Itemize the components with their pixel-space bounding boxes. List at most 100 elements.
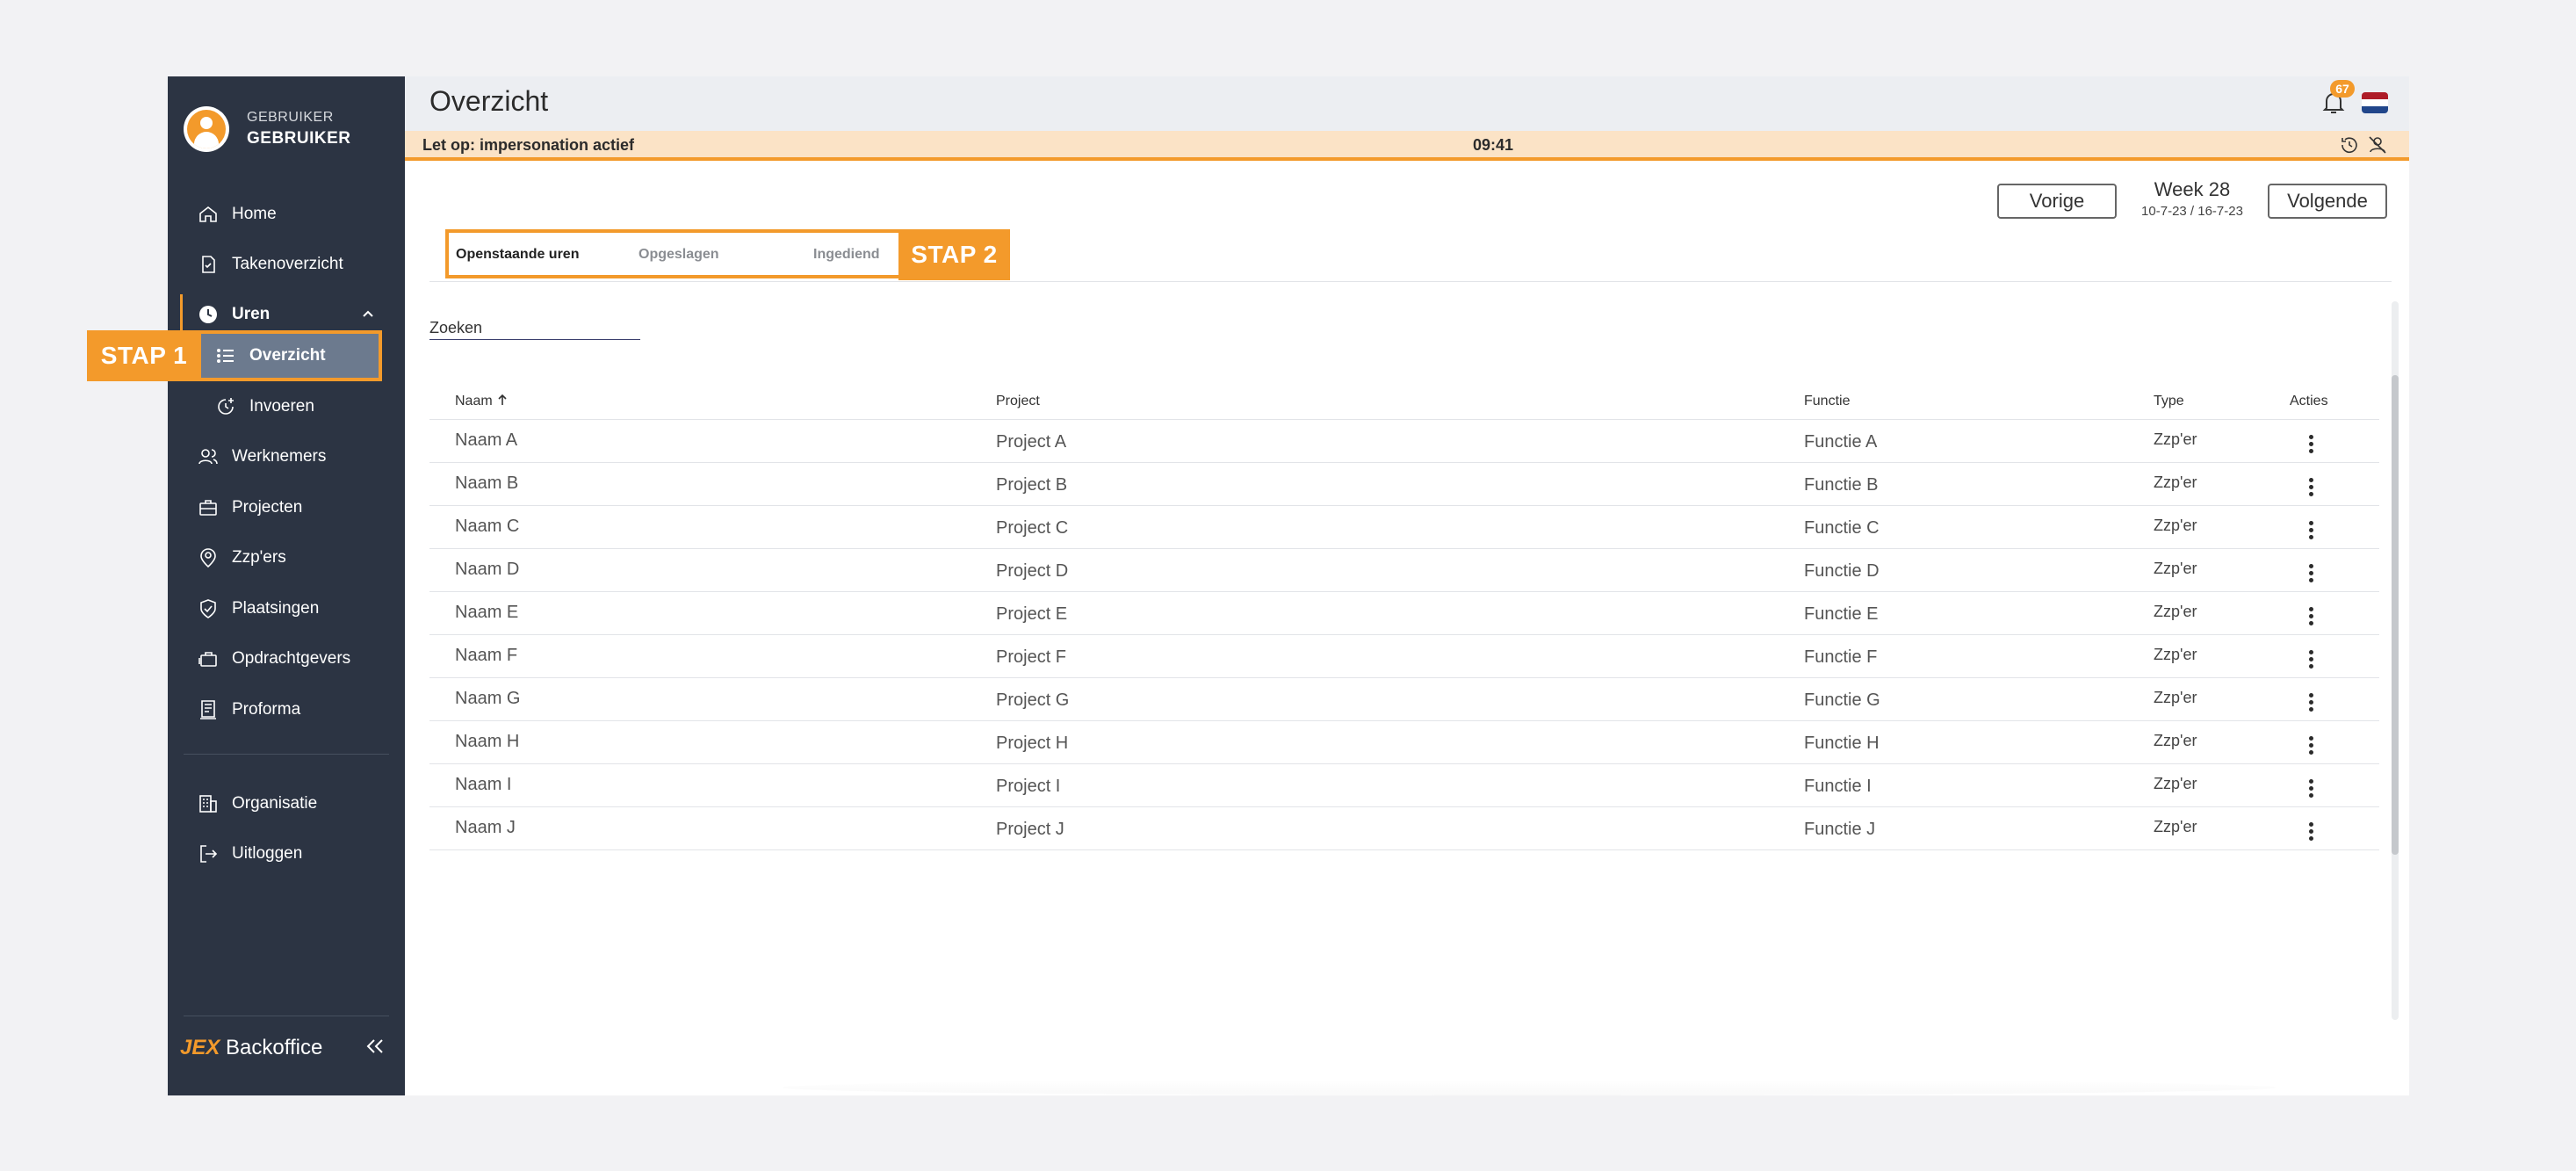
sidebar-item-uren[interactable]: Uren [168,294,405,335]
sidebar-item-plaatsingen[interactable]: Plaatsingen [168,589,405,629]
cell-name: Naam A [455,430,518,450]
history-icon[interactable] [2339,134,2360,155]
more-actions-icon[interactable] [2309,521,2314,540]
cell-function: Functie D [1804,561,1880,581]
app-window: GEBRUIKER GEBRUIKER Home Takenoverzicht … [87,76,2409,1095]
sidebar-divider [184,754,389,755]
sidebar-item-proforma[interactable]: Proforma [168,690,405,730]
user-role: GEBRUIKER [247,110,334,125]
cell-type: Zzp'er [2154,517,2197,534]
cell-function: Functie I [1804,777,1872,796]
sidebar-item-organisatie[interactable]: Organisatie [168,784,405,824]
next-week-button[interactable]: Volgende [2268,184,2387,219]
active-group-indicator [180,294,183,335]
sidebar-item-label: Takenoverzicht [232,255,343,273]
building-icon [198,793,219,814]
column-header-type[interactable]: Type [2154,394,2184,409]
table-row-divider [429,591,2379,592]
sidebar-item-zzpers[interactable]: Zzp'ers [168,538,405,578]
scrollbar-thumb[interactable] [2392,375,2399,855]
cell-type: Zzp'er [2154,646,2197,663]
sidebar-item-projecten[interactable]: Projecten [168,488,405,528]
table-row-divider [429,763,2379,764]
cell-name: Naam G [455,689,521,708]
user-icon [187,110,226,148]
week-title: Week 28 [2154,178,2231,200]
cell-name: Naam H [455,732,520,751]
more-actions-icon[interactable] [2309,736,2314,755]
cell-project: Project D [996,561,1069,581]
cell-function: Functie B [1804,475,1879,495]
sidebar-item-label: Uren [232,305,271,323]
tab-opgeslagen[interactable]: Opgeslagen [639,247,719,263]
cell-project: Project I [996,777,1061,796]
cell-name: Naam I [455,775,512,794]
cell-name: Naam E [455,603,519,622]
more-actions-icon[interactable] [2309,435,2314,454]
shield-check-icon [198,598,219,619]
users-icon [198,446,219,467]
banner-text: Let op: impersonation actief [422,136,635,154]
sidebar-item-takenoverzicht[interactable]: Takenoverzicht [168,244,405,285]
sidebar-item-label: Projecten [232,498,303,517]
user-name: GEBRUIKER [247,129,351,148]
more-actions-icon[interactable] [2309,822,2314,842]
previous-week-button[interactable]: Vorige [1997,184,2117,219]
tab-openstaande-uren[interactable]: Openstaande uren [456,247,579,263]
clock-icon [198,304,219,325]
task-icon [198,254,219,275]
user-profile[interactable]: GEBRUIKER GEBRUIKER [184,106,351,152]
cell-type: Zzp'er [2154,560,2197,577]
column-header-name[interactable]: Naam [455,394,509,409]
cell-type: Zzp'er [2154,473,2197,491]
chevron-up-icon[interactable] [359,305,377,322]
cell-function: Functie C [1804,518,1880,538]
sidebar-item-label: Home [232,205,277,223]
tab-ingediend[interactable]: Ingediend [813,247,880,263]
cell-project: Project J [996,820,1064,839]
sidebar-item-werknemers[interactable]: Werknemers [168,437,405,477]
more-actions-icon[interactable] [2309,650,2314,669]
more-actions-icon[interactable] [2309,564,2314,583]
sidebar-item-home[interactable]: Home [168,194,405,235]
sidebar-item-invoeren[interactable]: Invoeren [168,387,405,427]
table-row-divider [429,849,2379,850]
cell-type: Zzp'er [2154,430,2197,448]
sidebar-item-overzicht[interactable]: Overzicht [168,336,405,376]
search-input[interactable]: Zoeken [429,319,640,340]
netherlands-flag-icon[interactable] [2362,92,2388,113]
more-actions-icon[interactable] [2309,607,2314,626]
step-2-callout: STAP 2 [898,229,1010,280]
cell-function: Functie H [1804,734,1880,753]
sidebar: GEBRUIKER GEBRUIKER Home Takenoverzicht … [87,76,405,1095]
more-actions-icon[interactable] [2309,779,2314,799]
receipt-icon [198,699,219,720]
cell-project: Project G [996,690,1070,710]
sidebar-item-opdrachtgevers[interactable]: Opdrachtgevers [168,639,405,679]
column-header-function[interactable]: Functie [1804,394,1850,409]
stop-impersonation-icon[interactable] [2367,134,2388,155]
collapse-sidebar-icon[interactable] [363,1034,387,1059]
sidebar-item-label: Opdrachtgevers [232,649,351,668]
cell-project: Project E [996,604,1068,624]
avatar [184,106,229,152]
more-actions-icon[interactable] [2309,478,2314,497]
cell-project: Project A [996,432,1067,452]
week-range: 10-7-23 / 16-7-23 [2141,204,2243,219]
more-actions-icon[interactable] [2309,693,2314,712]
sidebar-item-label: Proforma [232,700,301,719]
table-row-divider [429,720,2379,721]
logout-icon [198,843,219,864]
notification-badge: 67 [2330,80,2355,98]
cell-project: Project C [996,518,1069,538]
sidebar-item-label: Werknemers [232,447,327,466]
table-row-divider [429,634,2379,635]
top-header: Overzicht 67 [405,76,2409,131]
sidebar-item-label: Overzicht [249,346,326,365]
sidebar-item-uitloggen[interactable]: Uitloggen [168,834,405,874]
cell-function: Functie F [1804,647,1878,667]
column-header-project[interactable]: Project [996,394,1040,409]
cell-type: Zzp'er [2154,818,2197,835]
footer-shadow [783,1080,2276,1095]
suitcase-icon [198,648,219,669]
